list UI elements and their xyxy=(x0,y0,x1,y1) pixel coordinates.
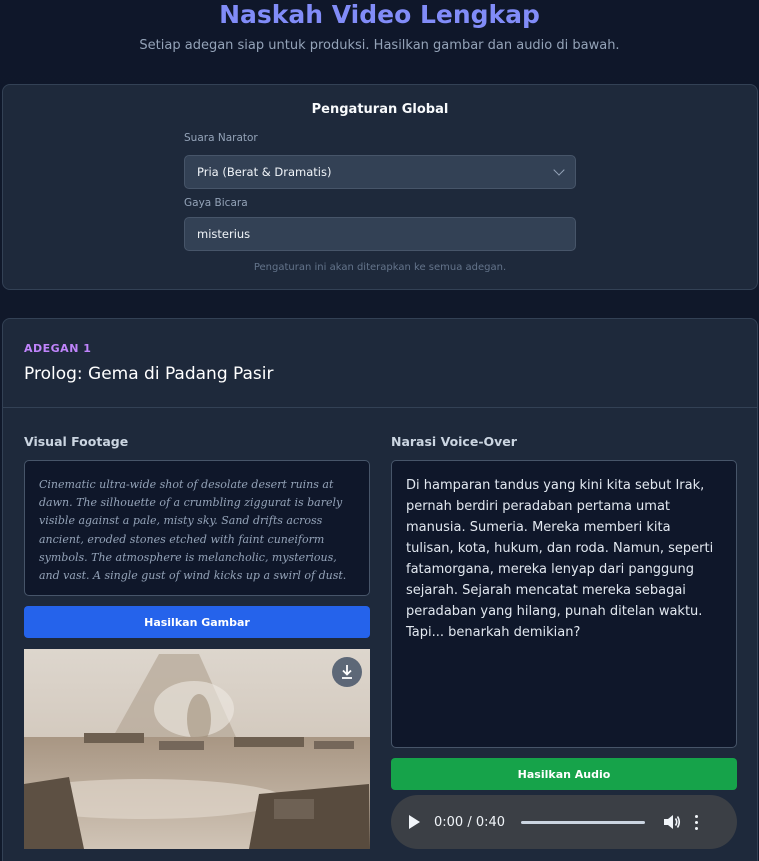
visual-footage-label: Visual Footage xyxy=(24,434,129,449)
narration-text-box[interactable]: Di hamparan tandus yang kini kita sebut … xyxy=(391,460,737,748)
scene-title: Prolog: Gema di Padang Pasir xyxy=(24,364,274,384)
audio-progress-track[interactable] xyxy=(521,820,646,824)
play-icon[interactable] xyxy=(409,815,420,829)
narrator-label: Suara Narator xyxy=(184,132,258,144)
scene-card: ADEGAN 1 Prolog: Gema di Padang Pasir Vi… xyxy=(2,318,758,861)
scene-number: ADEGAN 1 xyxy=(24,342,92,355)
speaking-style-label: Gaya Bicara xyxy=(184,197,248,209)
chevron-down-icon xyxy=(553,164,565,176)
global-settings-note: Pengaturan ini akan diterapkan ke semua … xyxy=(253,262,507,273)
generated-footage-image xyxy=(24,649,370,849)
download-image-button[interactable] xyxy=(332,657,362,687)
more-vertical-icon[interactable] xyxy=(695,814,699,830)
audio-player[interactable]: 0:00 / 0:40 xyxy=(391,795,737,849)
audio-time: 0:00 / 0:40 xyxy=(434,814,506,830)
speaking-style-input[interactable] xyxy=(184,217,576,251)
scene-header: ADEGAN 1 Prolog: Gema di Padang Pasir xyxy=(3,319,757,408)
page-subtitle: Setiap adegan siap untuk produksi. Hasil… xyxy=(139,38,620,53)
narrator-select[interactable]: Pria (Berat & Dramatis) xyxy=(184,155,576,189)
generate-image-button[interactable]: Hasilkan Gambar xyxy=(24,606,370,638)
global-settings-title: Pengaturan Global xyxy=(311,102,449,117)
desert-ruins-illustration xyxy=(24,649,370,849)
global-settings-card: Pengaturan Global Suara Narator Pria (Be… xyxy=(2,84,758,290)
volume-icon[interactable] xyxy=(663,814,681,830)
narration-label: Narasi Voice-Over xyxy=(391,434,517,449)
narrator-select-value: Pria (Berat & Dramatis) xyxy=(197,165,332,179)
download-icon xyxy=(342,665,352,679)
visual-prompt-box: Cinematic ultra-wide shot of desolate de… xyxy=(24,460,370,596)
generate-audio-button[interactable]: Hasilkan Audio xyxy=(391,758,737,790)
page-title: Naskah Video Lengkap xyxy=(219,0,540,29)
